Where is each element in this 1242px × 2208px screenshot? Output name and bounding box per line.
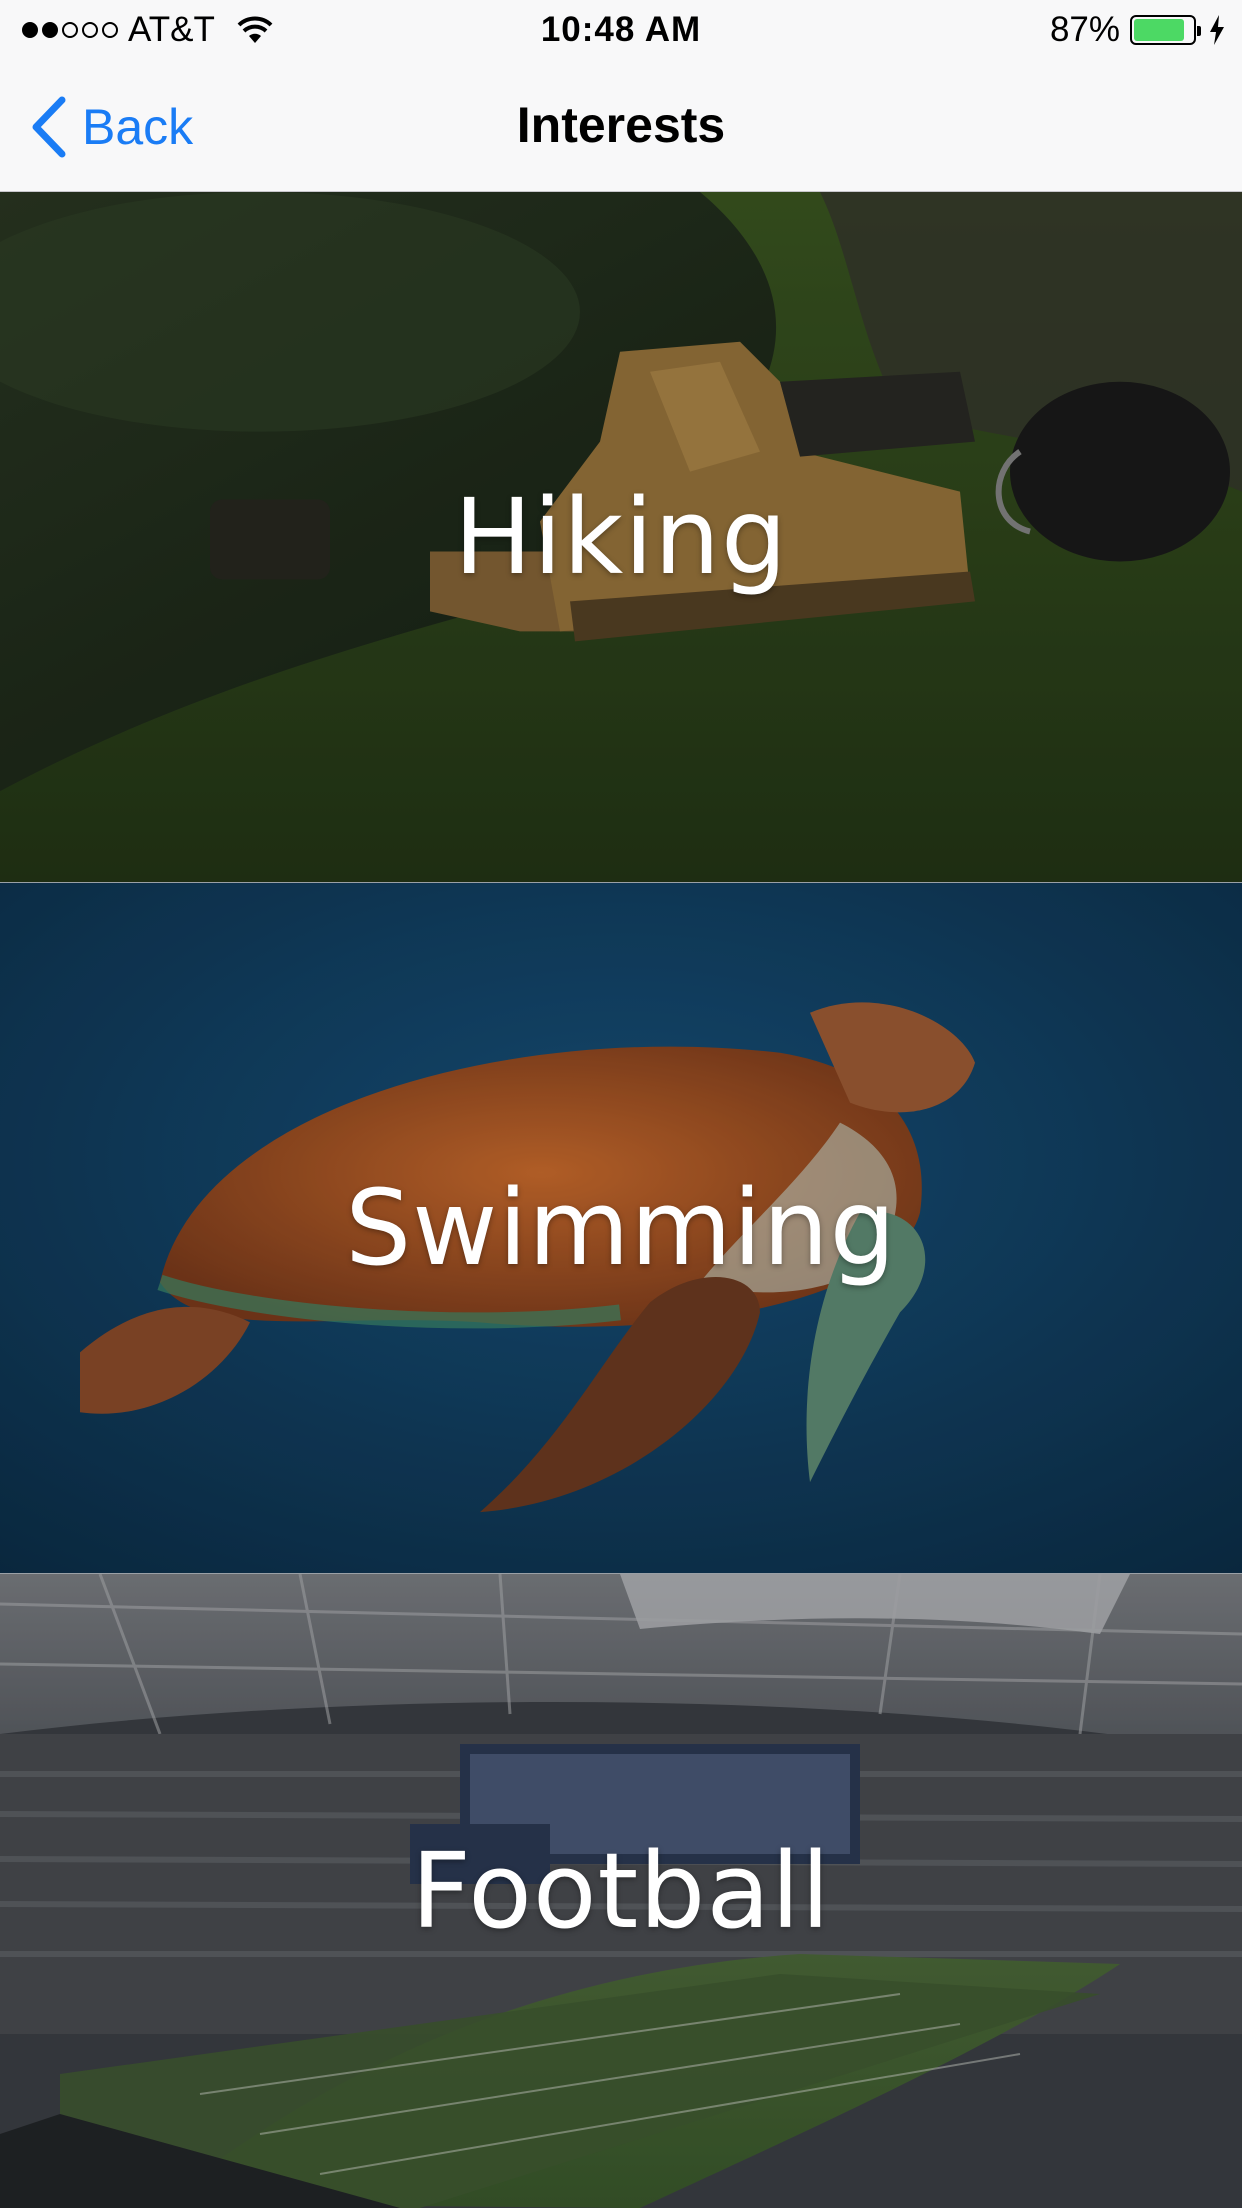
interest-tile-swimming[interactable]: Swimming [0,883,1242,1574]
battery-level [1134,19,1185,41]
interest-tile-hiking[interactable]: Hiking [0,192,1242,883]
status-bar: AT&T 10:48 AM 87% [0,0,1242,60]
battery-icon [1130,15,1201,45]
interest-label-swimming: Swimming [345,1167,897,1289]
interest-label-hiking: Hiking [453,476,789,598]
charging-bolt-icon [1210,15,1224,45]
page-title: Interests [516,97,726,153]
battery-percent: 87% [1049,10,1120,49]
interest-tile-football[interactable]: Football [0,1574,1242,2208]
navigation-bar: Back Interests [0,60,1242,192]
status-right: 87% [1050,10,1226,50]
interest-label-football: Football [411,1830,831,1952]
